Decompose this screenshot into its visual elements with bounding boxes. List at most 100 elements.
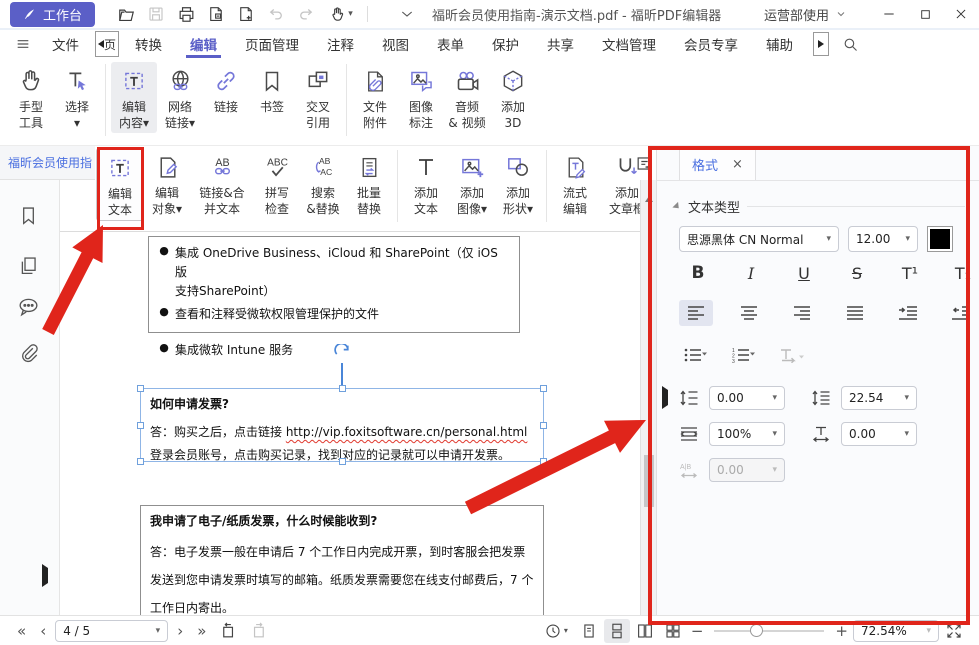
align-center-button[interactable]	[732, 300, 766, 326]
align-left-button[interactable]	[679, 300, 713, 326]
menu-document-management[interactable]: 文档管理	[588, 30, 670, 58]
zoom-level-combo[interactable]: 72.54%▾	[853, 620, 939, 642]
font-size-combo[interactable]: 12.00▾	[848, 226, 918, 252]
selection-handle[interactable]	[137, 422, 144, 429]
selection-handle[interactable]	[540, 422, 547, 429]
menu-file[interactable]: 文件	[38, 30, 93, 58]
print-button[interactable]	[171, 2, 201, 26]
font-family-combo[interactable]: 思源黑体 CN Normal▾	[679, 226, 839, 252]
indent-decrease-button[interactable]	[944, 300, 978, 326]
hand-select-tool-button[interactable]: ▾	[321, 2, 361, 26]
close-icon[interactable]: ×	[732, 157, 743, 172]
zoom-out-button[interactable]: −	[688, 622, 707, 640]
continuous-view-button[interactable]	[604, 619, 630, 643]
attachments-panel-button[interactable]	[15, 340, 41, 366]
save-button[interactable]	[141, 2, 171, 26]
link-merge-text-button[interactable]: AB 链接&合 并文本	[190, 148, 254, 219]
flow-edit-button[interactable]: 流式 编辑	[552, 148, 598, 219]
word-spacing-combo[interactable]: 0.00▾	[709, 458, 785, 482]
comments-panel-button[interactable]	[15, 294, 41, 320]
indent-increase-button[interactable]	[891, 300, 925, 326]
sidebar-expand-handle[interactable]	[42, 568, 48, 583]
document-page[interactable]: ●集成 OneDrive Business、iCloud 和 SharePoin…	[60, 232, 640, 615]
web-link-button[interactable]: 网络 链接▾	[157, 62, 203, 133]
menu-form[interactable]: 表单	[423, 30, 478, 58]
document-tab[interactable]: 福昕会员使用指	[0, 154, 95, 171]
hamburger-menu-icon[interactable]	[8, 32, 38, 56]
last-page-button[interactable]: »	[192, 622, 211, 640]
next-page-button[interactable]: ›	[172, 622, 188, 640]
align-right-button[interactable]	[785, 300, 819, 326]
menu-assist[interactable]: 辅助	[752, 30, 807, 58]
spell-check-button[interactable]: ABC 拼写 检查	[254, 148, 300, 219]
previous-page-button[interactable]: ‹	[35, 622, 51, 640]
superscript-button[interactable]: T¹	[891, 260, 929, 286]
bold-button[interactable]: B	[679, 260, 717, 286]
subscript-button[interactable]: T₁	[944, 260, 979, 286]
font-color-swatch[interactable]	[927, 226, 953, 252]
cross-reference-button[interactable]: 交叉 引用	[295, 62, 341, 133]
text-direction-button[interactable]	[775, 342, 809, 368]
selection-handle[interactable]	[540, 458, 547, 465]
rotate-right-button[interactable]	[245, 619, 271, 643]
edit-object-button[interactable]: 编辑 对象▾	[144, 148, 190, 219]
first-page-button[interactable]: «	[12, 622, 31, 640]
edit-text-button[interactable]: 编辑 文本	[96, 148, 144, 221]
bookmark-button[interactable]: 书签	[249, 62, 295, 117]
text-type-section-header[interactable]: 文本类型	[673, 197, 965, 216]
batch-replace-button[interactable]: 批量 替换	[346, 148, 392, 219]
menu-collapse-button[interactable]: 页	[95, 31, 119, 57]
account-menu[interactable]: 运营部使用	[764, 5, 847, 24]
page-number-combo[interactable]: 4 / 5▾	[55, 620, 168, 642]
search-icon[interactable]	[835, 32, 865, 56]
undo-button[interactable]	[261, 2, 291, 26]
bookmarks-panel-button[interactable]	[15, 202, 41, 228]
scroll-up-arrow[interactable]	[645, 196, 653, 202]
export-pages-button[interactable]	[201, 2, 231, 26]
selection-handle[interactable]	[339, 458, 346, 465]
image-annotation-button[interactable]: 图像 标注	[398, 62, 444, 133]
audio-video-button[interactable]: 音频 & 视频	[444, 62, 490, 133]
workspace-button[interactable]: 工作台	[10, 2, 95, 27]
search-replace-button[interactable]: ABAC 搜索 &替换	[300, 148, 346, 219]
fullscreen-button[interactable]	[941, 619, 967, 643]
file-attachment-button[interactable]: 文件 附件	[352, 62, 398, 133]
rotate-left-button[interactable]	[215, 619, 241, 643]
line-height-combo[interactable]: 22.54▾	[841, 386, 917, 410]
open-file-button[interactable]	[111, 2, 141, 26]
minimize-button[interactable]	[871, 0, 907, 28]
strikethrough-button[interactable]: S	[838, 260, 876, 286]
select-tool-button[interactable]: 选择 ▾	[54, 62, 100, 133]
edit-content-button[interactable]: 编辑 内容▾	[111, 62, 157, 133]
selected-text-box[interactable]: 如何申请发票? 答：购买之后，点击链接 http://vip.foxitsoft…	[140, 388, 544, 462]
text-block[interactable]: 我申请了电子/纸质发票，什么时候能收到? 答：电子发票一般在申请后 7 个工作日…	[140, 505, 544, 615]
zoom-in-button[interactable]: +	[832, 622, 851, 640]
menu-member-exclusive[interactable]: 会员专享	[670, 30, 752, 58]
menu-edit[interactable]: 编辑	[176, 30, 231, 58]
italic-button[interactable]: I	[732, 260, 770, 286]
bullet-list-button[interactable]	[679, 342, 713, 368]
facing-view-button[interactable]	[632, 619, 658, 643]
scrollbar-thumb[interactable]	[644, 455, 654, 507]
add-shape-button[interactable]: 添加 形状▾	[495, 148, 541, 219]
menu-convert[interactable]: 转换	[121, 30, 176, 58]
collapse-ribbon-chevron[interactable]	[392, 2, 422, 26]
add-text-button[interactable]: 添加 文本	[403, 148, 449, 219]
view-mode-button[interactable]: ▾	[538, 619, 574, 643]
maximize-button[interactable]	[907, 0, 943, 28]
menu-share[interactable]: 共享	[533, 30, 588, 58]
horizontal-scale-combo[interactable]: 100%▾	[709, 422, 785, 446]
hand-tool-button[interactable]: 手型 工具	[8, 62, 54, 133]
menu-view[interactable]: 视图	[368, 30, 423, 58]
char-spacing-combo[interactable]: 0.00▾	[841, 422, 917, 446]
panel-collapse-handle[interactable]	[662, 390, 668, 405]
link-button[interactable]: 链接	[203, 62, 249, 117]
rotation-handle[interactable]	[333, 344, 352, 363]
selection-handle[interactable]	[137, 385, 144, 392]
close-button[interactable]	[943, 0, 979, 28]
line-spacing-combo[interactable]: 0.00▾	[709, 386, 785, 410]
zoom-slider-knob[interactable]	[750, 624, 763, 637]
new-page-button[interactable]	[231, 2, 261, 26]
selection-handle[interactable]	[137, 458, 144, 465]
menu-protect[interactable]: 保护	[478, 30, 533, 58]
